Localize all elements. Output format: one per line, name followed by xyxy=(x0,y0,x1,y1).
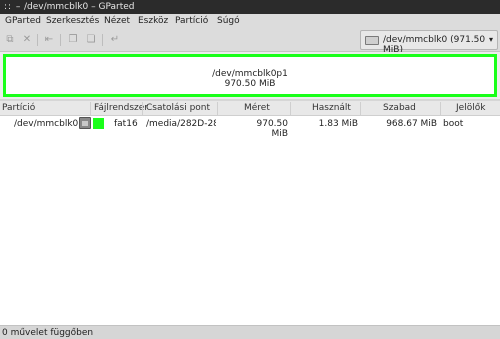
column-separator xyxy=(290,102,291,115)
menu-bar: GParted Szerkesztés Nézet Eszköz Partíci… xyxy=(0,14,500,30)
column-separator xyxy=(217,102,218,115)
device-selector[interactable]: /dev/mmcblk0 (971.50 MiB) ▾ xyxy=(360,30,498,55)
menu-help[interactable]: Súgó xyxy=(217,16,240,26)
column-used[interactable]: Használt xyxy=(312,103,351,113)
menu-edit[interactable]: Szerkesztés xyxy=(46,16,99,26)
partition-block-name: /dev/mmcblk0p1 xyxy=(212,69,288,79)
cell-unused: 968.67 MiB xyxy=(386,119,437,129)
toolbar-separator xyxy=(37,34,38,46)
column-separator xyxy=(440,102,441,115)
partition-table: Partíció Fájlrendszer Csatolási pont Mér… xyxy=(0,101,500,325)
resize-icon[interactable]: ⇤ xyxy=(42,33,56,47)
copy-icon[interactable]: ❐ xyxy=(66,33,80,47)
cell-used: 1.83 MiB xyxy=(318,119,358,129)
delete-icon[interactable]: ✕ xyxy=(20,33,34,47)
column-size[interactable]: Méret xyxy=(244,103,270,113)
menu-gparted[interactable]: GParted xyxy=(5,16,41,26)
toolbar-separator xyxy=(102,34,103,46)
status-bar: 0 művelet függőben xyxy=(0,325,500,339)
drive-icon xyxy=(365,36,379,45)
partition-block[interactable]: /dev/mmcblk0p1 970.50 MiB xyxy=(3,54,497,97)
cell-size: 970.50 MiB xyxy=(256,119,289,139)
column-filesystem[interactable]: Fájlrendszer xyxy=(94,103,148,113)
paste-icon[interactable]: ❏ xyxy=(84,33,98,47)
menu-device[interactable]: Eszköz xyxy=(138,16,168,26)
window-controls[interactable]: :: – xyxy=(4,2,21,12)
column-flags[interactable]: Jelölők xyxy=(456,103,485,113)
title-bar: :: – /dev/mmcblk0 – GParted xyxy=(0,0,500,14)
new-icon[interactable]: ⧉ xyxy=(3,33,17,47)
menu-partition[interactable]: Partíció xyxy=(175,16,208,26)
undo-icon[interactable]: ↵ xyxy=(108,33,122,47)
table-header: Partíció Fájlrendszer Csatolási pont Mér… xyxy=(0,101,500,116)
column-partition[interactable]: Partíció xyxy=(2,103,35,113)
column-separator xyxy=(90,102,91,115)
cell-mountpoint: /media/282D-28F0 xyxy=(146,119,216,129)
column-separator xyxy=(360,102,361,115)
pending-operations-status: 0 művelet függőben xyxy=(2,328,94,338)
lock-icon xyxy=(79,117,91,129)
partition-block-size: 970.50 MiB xyxy=(224,79,276,89)
cell-flags: boot xyxy=(443,119,464,129)
window-title: /dev/mmcblk0 – GParted xyxy=(24,2,135,12)
column-mountpoint[interactable]: Csatolási pont xyxy=(146,103,210,113)
partition-map: /dev/mmcblk0p1 970.50 MiB xyxy=(0,52,500,99)
cell-filesystem: fat16 xyxy=(114,119,138,129)
table-row[interactable]: /dev/mmcblk0p1 fat16 /media/282D-28F0 97… xyxy=(0,116,500,139)
column-unused[interactable]: Szabad xyxy=(383,103,416,113)
column-separator xyxy=(142,102,143,115)
menu-view[interactable]: Nézet xyxy=(104,16,130,26)
chevron-down-icon: ▾ xyxy=(488,35,493,44)
toolbar-separator xyxy=(60,34,61,46)
filesystem-color-swatch xyxy=(93,118,104,129)
